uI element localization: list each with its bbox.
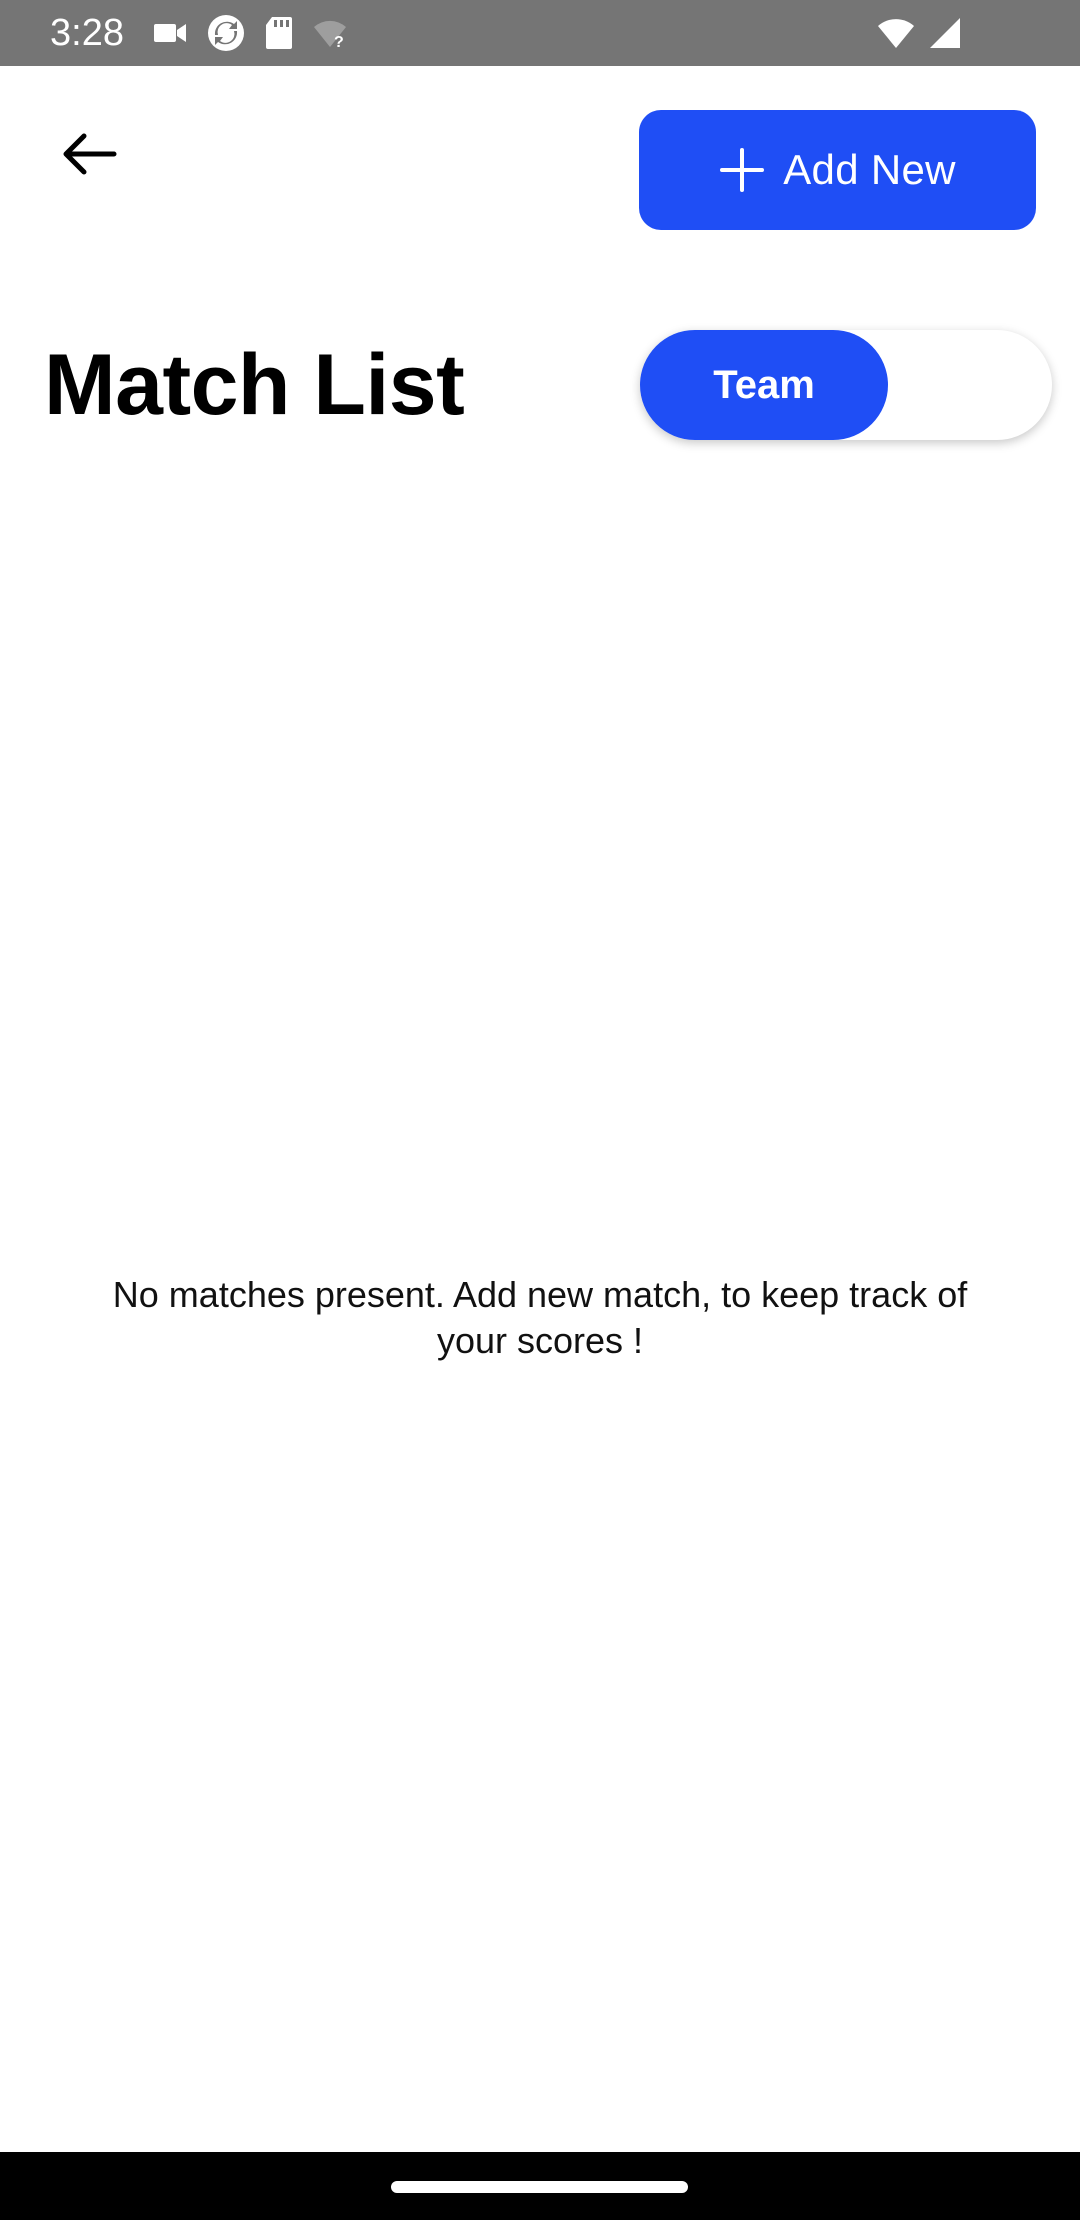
cell-signal-icon [926,16,962,50]
status-icons-right [876,14,962,52]
plus-icon [720,148,765,192]
video-camera-icon [152,18,188,48]
status-bar: 3:28 ? [0,0,1080,66]
segment-team[interactable]: Team [640,330,888,440]
page-title: Match List [44,337,465,433]
team-toggle[interactable]: Team [640,330,1052,440]
segment-other[interactable] [888,330,1052,440]
wifi-question-icon: ? [312,17,348,49]
sync-app-icon [206,13,246,53]
status-icons-left: ? [152,14,348,52]
sd-card-icon [264,15,294,51]
add-new-button[interactable]: Add New [639,110,1036,230]
empty-state-message: No matches present. Add new match, to ke… [112,1274,968,1361]
arrow-left-icon [63,133,117,175]
add-new-label: Add New [783,146,956,193]
wifi-icon [876,17,916,49]
screen: 3:28 ? Add New Match List Team No matche… [0,0,1080,2220]
segment-team-label: Team [713,362,815,407]
svg-text:?: ? [334,34,344,49]
back-button[interactable] [44,114,132,194]
status-time: 3:28 [50,12,124,54]
home-indicator[interactable] [391,2181,688,2193]
navigation-bar [0,2152,1080,2220]
